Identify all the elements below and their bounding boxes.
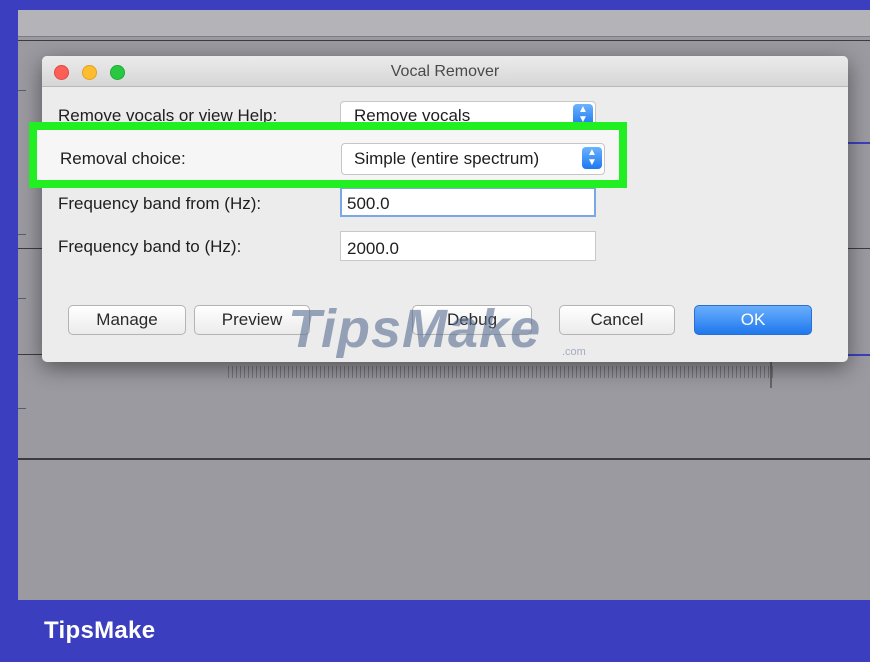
removal-choice-value: Simple (entire spectrum)	[354, 149, 540, 168]
cancel-button[interactable]: Cancel	[559, 305, 675, 335]
removal-choice-label: Removal choice:	[60, 149, 186, 168]
track-divider	[18, 458, 870, 460]
track-tick	[18, 234, 26, 235]
dialog-titlebar: Vocal Remover	[42, 56, 848, 87]
track-tick	[18, 90, 26, 91]
dialog-title: Vocal Remover	[390, 63, 500, 80]
track-divider	[18, 40, 870, 41]
band-to-label: Frequency band to (Hz):	[58, 237, 242, 256]
band-from-label: Frequency band from (Hz):	[58, 194, 262, 213]
removal-choice-highlight: Removal choice: Simple (entire spectrum)…	[29, 122, 627, 188]
watermark-logo: TipsMake	[288, 299, 542, 359]
brand-footer: TipsMake	[0, 600, 870, 662]
brand-name: TipsMake	[44, 617, 156, 644]
track-tick	[18, 408, 26, 409]
up-down-chevron-icon: ▲ ▼	[582, 147, 602, 169]
manage-button[interactable]: Manage	[68, 305, 186, 335]
audio-waveform[interactable]	[228, 366, 776, 378]
ok-button[interactable]: OK	[694, 305, 812, 335]
track-tick	[18, 298, 26, 299]
removal-choice-select[interactable]: Simple (entire spectrum) ▲ ▼	[341, 143, 605, 175]
watermark-suffix: .com	[562, 346, 586, 358]
band-to-input[interactable]	[340, 231, 596, 261]
band-from-input[interactable]	[340, 187, 596, 217]
app-toolbar	[18, 10, 870, 37]
